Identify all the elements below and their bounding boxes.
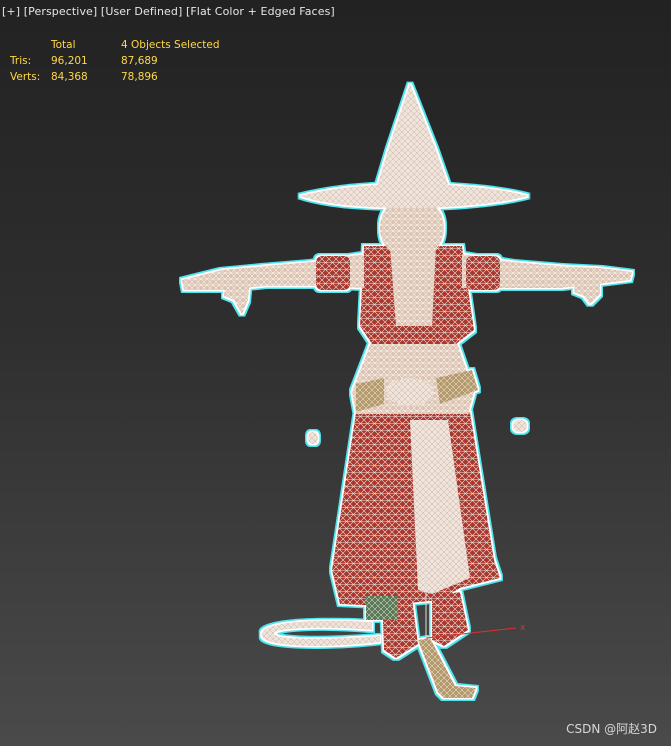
hat-cone-mesh [376, 84, 450, 190]
right-cuff-mesh [466, 256, 500, 290]
left-hand-mesh [224, 276, 250, 314]
viewport-canvas[interactable]: x [0, 0, 671, 746]
belt-box-mesh [366, 596, 398, 620]
floating-piece-right [513, 420, 527, 432]
character-mesh[interactable] [182, 84, 632, 698]
left-cuff-mesh [316, 256, 350, 290]
belt-buckle-mesh [386, 378, 434, 406]
staff-tail-mesh [418, 638, 476, 698]
watermark: CSDN @阿赵3D [566, 722, 657, 736]
right-hand-mesh [574, 272, 600, 304]
floating-piece-left [308, 432, 318, 444]
gizmo-x-label: x [520, 623, 526, 633]
boot-right-mesh [432, 592, 468, 646]
tail-ring-mesh [261, 620, 380, 646]
